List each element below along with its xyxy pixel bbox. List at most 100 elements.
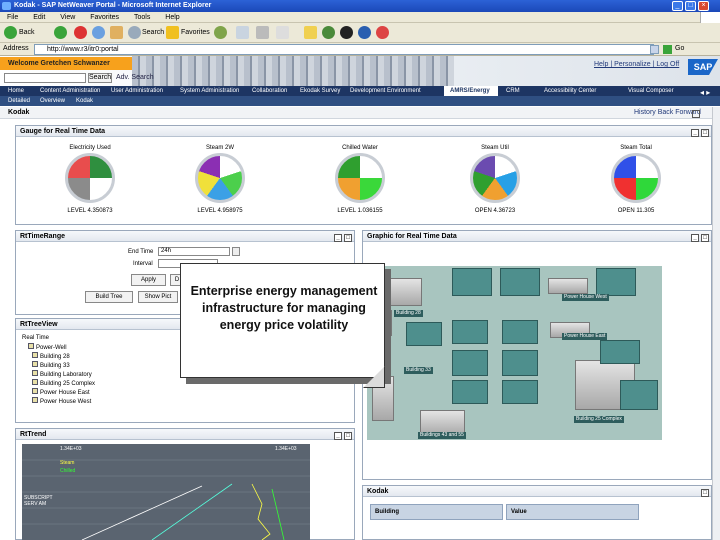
end-time-label: End Time	[128, 249, 154, 255]
trend-chip[interactable]	[452, 268, 492, 296]
trend-chip[interactable]	[600, 340, 640, 364]
nav-visual-composer[interactable]: Visual Composer	[628, 86, 674, 96]
column-header-building[interactable]: Building	[370, 504, 503, 520]
address-input[interactable]: http://www.r3/itr0:portal	[34, 44, 654, 55]
nav-ekodak-survey[interactable]: Ekodak Survey	[300, 86, 340, 96]
advanced-search-link[interactable]: Adv. Search	[116, 74, 154, 81]
go-button[interactable]: Go	[675, 45, 684, 52]
panel-options-icon[interactable]: □	[701, 489, 709, 497]
minimize-icon[interactable]: _	[672, 1, 683, 11]
maximize-icon[interactable]: □	[685, 1, 696, 11]
trend-line-cyan	[151, 483, 233, 540]
nav-amrs-energy[interactable]: AMRS/Energy	[450, 86, 490, 96]
panel-close-icon[interactable]: □	[701, 129, 709, 137]
menu-help[interactable]: Help	[165, 12, 179, 23]
nav-development[interactable]: Development Environment	[350, 86, 421, 96]
history-icon[interactable]	[214, 26, 227, 39]
panel-minimize-icon[interactable]: _	[334, 432, 342, 440]
globe-icon[interactable]	[358, 26, 371, 39]
end-time-input[interactable]: 24h	[158, 247, 230, 256]
mail-icon[interactable]	[236, 26, 249, 39]
back-button[interactable]: Back	[19, 25, 35, 40]
browser-toolbar: Back Search Favorites	[0, 23, 720, 43]
nav-collaboration[interactable]: Collaboration	[252, 86, 287, 96]
panel-minimize-icon[interactable]: _	[334, 234, 342, 242]
build-tree-button[interactable]: Build Tree	[85, 291, 133, 303]
nav-home[interactable]: Home	[8, 86, 24, 96]
subnav-kodak[interactable]: Kodak	[76, 96, 93, 106]
forward-arrow-icon[interactable]	[54, 26, 67, 39]
tree-item[interactable]: Building Laboratory	[22, 370, 95, 379]
trend-chart-lines	[22, 459, 310, 540]
trend-chip[interactable]	[620, 380, 658, 410]
page-scrollbar[interactable]	[712, 107, 720, 540]
subnav-overview[interactable]: Overview	[40, 96, 65, 106]
content-header	[0, 107, 712, 119]
trend-chip[interactable]	[502, 320, 538, 344]
close-icon[interactable]: ×	[698, 1, 709, 11]
label-building-25: Building 25 Complex	[574, 416, 624, 423]
edit-icon[interactable]	[276, 26, 289, 39]
menu-file[interactable]: File	[7, 12, 18, 23]
messenger-icon[interactable]	[322, 26, 335, 39]
go-arrow-icon[interactable]	[663, 45, 672, 54]
page-options-icon[interactable]	[692, 110, 700, 118]
trend-chip[interactable]	[452, 380, 488, 404]
nav-accessibility[interactable]: Accessibility Center	[544, 86, 596, 96]
menu-view[interactable]: View	[60, 12, 75, 23]
trend-chip[interactable]	[500, 268, 540, 296]
column-header-value[interactable]: Value	[506, 504, 639, 520]
panel-close-icon[interactable]: □	[701, 234, 709, 242]
folder-icon[interactable]	[304, 26, 317, 39]
home-icon[interactable]	[110, 26, 123, 39]
apply-button[interactable]: Apply	[131, 274, 166, 286]
trend-chip[interactable]	[406, 322, 442, 346]
nav-system-admin[interactable]: System Administration	[180, 86, 239, 96]
back-arrow-icon[interactable]	[4, 26, 17, 39]
stop-icon[interactable]	[74, 26, 87, 39]
portal-search-input[interactable]	[4, 73, 86, 83]
tree-root[interactable]: Real Time	[22, 334, 95, 343]
callout-text: Enterprise energy management infrastruct…	[190, 284, 378, 332]
tree-item[interactable]: Building 28	[22, 352, 95, 361]
tree-item[interactable]: Power House East	[22, 388, 95, 397]
address-dropdown-icon[interactable]	[650, 45, 659, 54]
tree-item[interactable]: Building 25 Complex	[22, 379, 95, 388]
trend-chip[interactable]	[502, 380, 538, 404]
windows-flag-icon	[700, 12, 720, 23]
trend-chip[interactable]	[452, 350, 488, 376]
trend-value-right: 1.34E+03	[275, 446, 297, 452]
search-icon[interactable]	[128, 26, 141, 39]
panel-minimize-icon[interactable]: _	[691, 234, 699, 242]
portal-search-button[interactable]: Search	[88, 73, 112, 83]
nav-crm[interactable]: CRM	[506, 86, 520, 96]
nav-user-admin[interactable]: User Administration	[111, 86, 163, 96]
panel-minimize-icon[interactable]: _	[691, 129, 699, 137]
favorites-toolbar-button[interactable]: Favorites	[181, 25, 210, 40]
tree-item[interactable]: Building 33	[22, 361, 95, 370]
header-links[interactable]: Help | Personalize | Log Off	[594, 61, 679, 68]
label-power-house-east: Power House East	[562, 333, 608, 340]
favorites-star-icon[interactable]	[166, 26, 179, 39]
menu-favorites[interactable]: Favorites	[90, 12, 119, 23]
label-buildings-43-55: Buildings 43 and 55	[418, 432, 466, 439]
menu-tools[interactable]: Tools	[134, 12, 150, 23]
search-toolbar-button[interactable]: Search	[142, 25, 164, 40]
panel-close-icon[interactable]: □	[344, 432, 352, 440]
trend-chip[interactable]	[452, 320, 488, 344]
calendar-icon[interactable]	[232, 247, 240, 256]
print-icon[interactable]	[256, 26, 269, 39]
research-icon[interactable]	[376, 26, 389, 39]
trend-chip[interactable]	[502, 350, 538, 376]
show-pict-button[interactable]: Show Pict	[138, 291, 178, 303]
media-icon[interactable]	[340, 26, 353, 39]
panel-close-icon[interactable]: □	[344, 234, 352, 242]
subnav-detailed[interactable]: Detailed	[8, 96, 30, 106]
tree-item[interactable]: Power-Well	[22, 343, 95, 352]
nav-content-admin[interactable]: Content Administration	[40, 86, 100, 96]
history-links[interactable]: History Back Forward	[634, 109, 701, 116]
trend-chip[interactable]	[596, 268, 636, 296]
menu-edit[interactable]: Edit	[33, 12, 45, 23]
tree-item[interactable]: Power House West	[22, 397, 95, 406]
refresh-icon[interactable]	[92, 26, 105, 39]
